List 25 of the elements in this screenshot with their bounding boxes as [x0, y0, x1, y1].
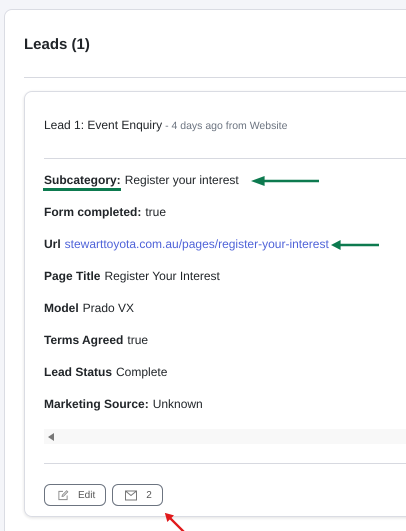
field-label: Form completed: [44, 205, 142, 219]
mail-icon [125, 490, 138, 500]
edit-icon [57, 490, 69, 500]
field-label: Url [44, 237, 61, 251]
field-value: Prado VX [82, 301, 134, 315]
panel-title: Leads (1) [24, 35, 91, 55]
field-value: true [145, 205, 166, 219]
field-label: Subcategory: [44, 173, 121, 187]
field-value: Complete [116, 365, 168, 379]
edit-button[interactable]: Edit [44, 484, 106, 506]
field-label: Lead Status [44, 365, 112, 379]
field-value: true [127, 333, 148, 347]
field-label: Page Title [44, 269, 100, 283]
field-label: Model [44, 301, 79, 315]
scroll-left-icon[interactable] [48, 432, 54, 440]
field-value: Unknown [152, 397, 203, 411]
field-label: Marketing Source: [44, 397, 149, 411]
lead-meta: - 4 days ago from Website [165, 120, 288, 132]
horizontal-scrollbar[interactable] [44, 429, 406, 444]
field-value: Register your interest [124, 173, 239, 187]
lead-title: Lead 1: Event Enquiry [44, 118, 162, 132]
field-label: Terms Agreed [44, 333, 124, 347]
field-value: Register Your Interest [104, 269, 220, 283]
url-link[interactable]: stewarttoyota.com.au/pages/register-your-interest [64, 237, 329, 251]
messages-button[interactable]: 2 [112, 484, 163, 506]
